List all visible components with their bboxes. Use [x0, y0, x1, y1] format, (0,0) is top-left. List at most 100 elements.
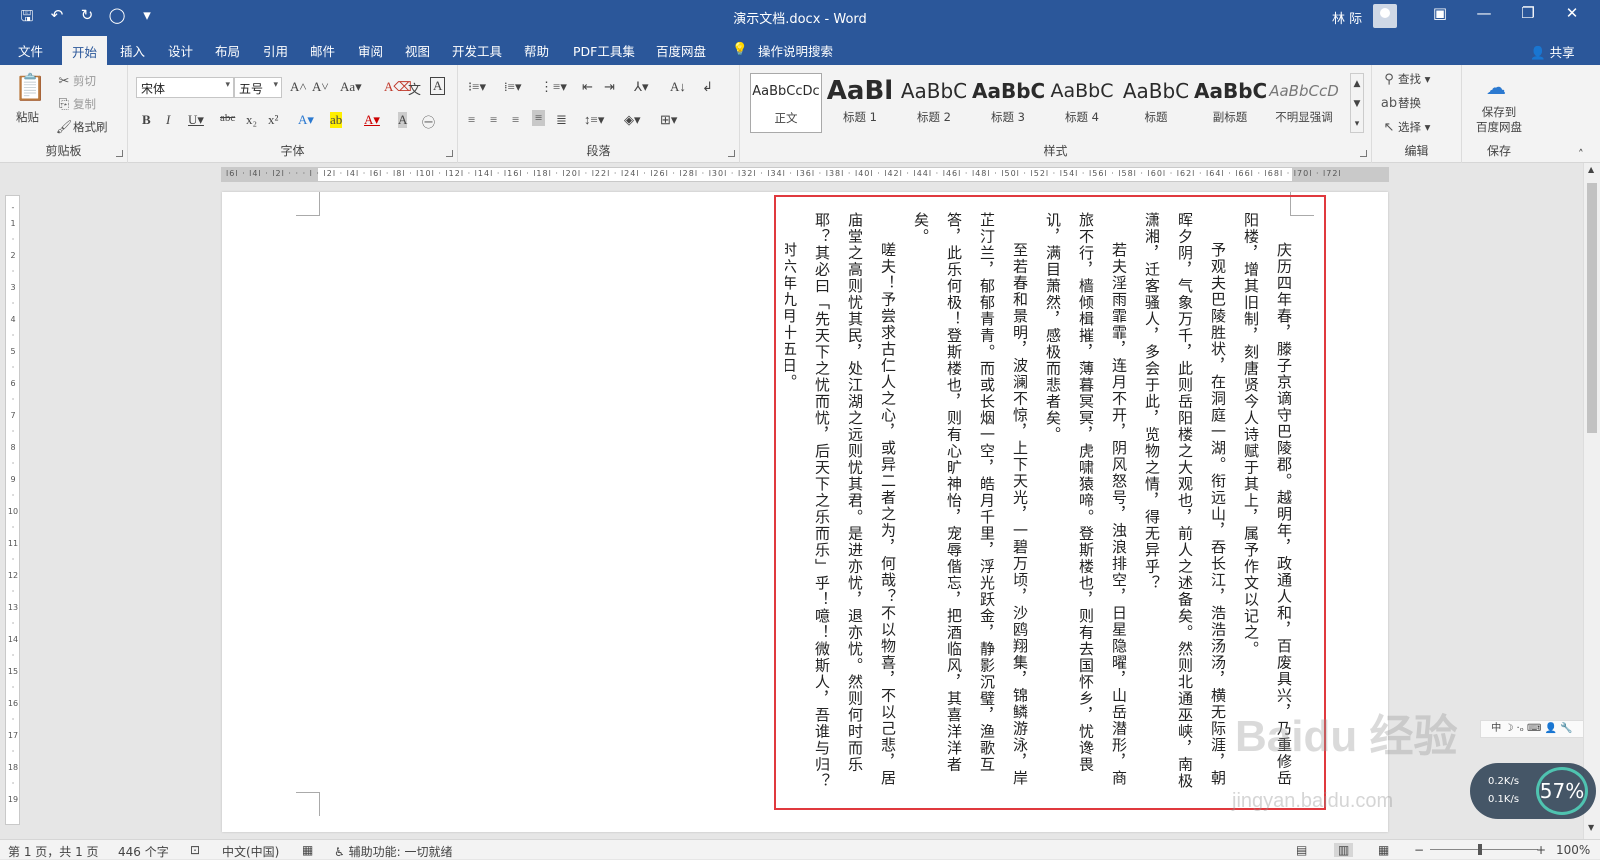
zoom-slider-knob[interactable]: [1478, 844, 1482, 855]
language[interactable]: 中文(中国): [222, 843, 279, 860]
copy-button[interactable]: ⎘ 复制: [55, 96, 96, 112]
tab-developer[interactable]: 开发工具: [452, 41, 502, 60]
clipboard-launcher-icon[interactable]: [116, 150, 123, 157]
strikethrough-icon[interactable]: abc: [220, 112, 235, 124]
replace-button[interactable]: ab替换: [1380, 95, 1421, 111]
subscript-icon[interactable]: x₂: [246, 112, 257, 128]
tab-mailings[interactable]: 邮件: [310, 41, 335, 60]
text-effects-icon[interactable]: A▾: [298, 112, 314, 128]
circle-icon[interactable]: ◯: [108, 6, 126, 31]
page-count[interactable]: 第 1 页，共 1 页: [8, 843, 99, 860]
paragraph[interactable]: 嗟夫！予尝求古仁人之心，或异二者之为，何哉？不以物喜，不以己悲，居庙堂之高则忧其…: [805, 212, 904, 802]
styles-launcher-icon[interactable]: [1360, 150, 1367, 157]
style-subtle-emphasis[interactable]: AaBbCcD 不明显强调: [1268, 73, 1340, 133]
font-color-icon[interactable]: A▾: [364, 112, 380, 128]
scroll-up-icon[interactable]: ▲: [1588, 165, 1594, 174]
zoom-out-icon[interactable]: −: [1414, 843, 1424, 857]
sort-icon[interactable]: A↓: [670, 79, 686, 95]
macro-icon[interactable]: ▦: [302, 843, 313, 857]
avatar[interactable]: [1373, 4, 1397, 28]
change-case-icon[interactable]: Aa▾: [340, 79, 362, 95]
asian-layout-icon[interactable]: ⅄▾: [634, 79, 648, 95]
distributed-icon[interactable]: ≣: [556, 112, 567, 128]
tab-layout[interactable]: 布局: [215, 41, 240, 60]
horizontal-ruler[interactable]: l6l · l4l · l2l · · · l · l2l · l4l · l6…: [221, 167, 1389, 182]
ribbon-display-icon[interactable]: ▣: [1418, 4, 1462, 22]
style-title[interactable]: AaBbC 标题: [1120, 73, 1192, 133]
enclose-char-icon[interactable]: ㊀: [422, 112, 435, 131]
proofing-icon[interactable]: ⊡: [190, 843, 200, 857]
decrease-indent-icon[interactable]: ⇤: [582, 79, 593, 95]
paste-button[interactable]: 粘贴: [16, 109, 39, 125]
paragraph-launcher-icon[interactable]: [728, 150, 735, 157]
shrink-font-icon[interactable]: A˅: [312, 79, 329, 95]
superscript-icon[interactable]: x²: [268, 112, 278, 128]
underline-icon[interactable]: U▾: [188, 112, 204, 128]
tab-home[interactable]: 开始: [62, 36, 108, 65]
minimize-icon[interactable]: —: [1462, 4, 1506, 22]
tab-file[interactable]: 文件: [18, 41, 43, 60]
collapse-ribbon-icon[interactable]: ˄: [1578, 147, 1584, 161]
vertical-text-body[interactable]: 庆历四年春，滕子京谪守巴陵郡。越明年，政通人和，百废具兴，乃重修岳阳楼，增其旧制…: [785, 212, 1300, 802]
align-left-icon[interactable]: ≡: [468, 112, 475, 128]
align-center-icon[interactable]: ≡: [490, 112, 497, 128]
cut-button[interactable]: ✂ 剪切: [55, 73, 96, 89]
tab-pdf-tools[interactable]: PDF工具集: [573, 41, 635, 60]
line-spacing-icon[interactable]: ↕≡▾: [584, 112, 604, 128]
vertical-ruler[interactable]: -1 · 2 · 3 · 4 · 5 · 6 · 7 · 8 · 9 · 10 · 11 · 12 · 13 · 14 · 15 · 16 ·…: [5, 195, 20, 825]
highlight-icon[interactable]: ab: [330, 112, 343, 128]
zoom-in-icon[interactable]: +: [1536, 843, 1546, 857]
read-mode-icon[interactable]: ▤: [1296, 843, 1307, 857]
scroll-thumb[interactable]: [1587, 183, 1597, 433]
tab-view[interactable]: 视图: [405, 41, 430, 60]
vertical-scrollbar[interactable]: ▲ ▼: [1583, 163, 1600, 839]
char-shading-icon[interactable]: A: [398, 112, 408, 128]
multilevel-list-icon[interactable]: ⋮≡▾: [540, 79, 567, 95]
scroll-down-icon[interactable]: ▼: [1588, 823, 1594, 832]
italic-icon[interactable]: I: [166, 112, 170, 128]
find-button[interactable]: ⚲ 查找 ▾: [1380, 71, 1430, 87]
tab-references[interactable]: 引用: [263, 41, 288, 60]
select-button[interactable]: ↖ 选择 ▾: [1380, 119, 1431, 135]
redo-icon[interactable]: ↻: [78, 6, 96, 31]
paragraph[interactable]: 若夫淫雨霏霏，连月不开，阴风怒号，浊浪排空，日星隐曜，山岳潜形，商旅不行，樯倾楫…: [1036, 212, 1135, 802]
tab-baidu-netdisk[interactable]: 百度网盘: [656, 41, 706, 60]
share-button[interactable]: 👤 共享: [1530, 42, 1575, 61]
paste-icon[interactable]: 📋: [14, 73, 46, 103]
web-layout-icon[interactable]: ▦: [1378, 843, 1389, 857]
paragraph[interactable]: 至若春和景明，波澜不惊，上下天光，一碧万顷，沙鸥翔集，锦鳞游泳，岸芷汀兰，郁郁青…: [904, 212, 1036, 802]
style-heading-3[interactable]: AaBbC 标题 3: [972, 73, 1044, 133]
style-subtitle[interactable]: AaBbC 副标题: [1194, 73, 1266, 133]
tab-insert[interactable]: 插入: [120, 41, 145, 60]
bullets-icon[interactable]: ⁝≡▾: [468, 79, 486, 95]
phonetic-guide-icon[interactable]: 文: [408, 79, 421, 98]
paragraph[interactable]: 予观夫巴陵胜状，在洞庭一湖。衔远山，吞长江，浩浩汤汤，横无际涯，朝晖夕阴，气象万…: [1135, 212, 1234, 802]
paragraph[interactable]: 时六年九月十五日。: [785, 212, 805, 802]
tab-review[interactable]: 审阅: [358, 41, 383, 60]
style-heading-4[interactable]: AaBbC 标题 4: [1046, 73, 1118, 133]
justify-icon[interactable]: ≡: [532, 110, 546, 126]
save-icon[interactable]: 🖫: [18, 6, 36, 31]
styles-scroll[interactable]: ▲ ▼ ▾: [1350, 73, 1364, 133]
undo-icon[interactable]: ↶: [48, 6, 66, 31]
style-heading-2[interactable]: AaBbC 标题 2: [898, 73, 970, 133]
tab-design[interactable]: 设计: [168, 41, 193, 60]
save-to-baidu-button[interactable]: 保存到 百度网盘: [1468, 105, 1530, 135]
align-right-icon[interactable]: ≡: [512, 112, 519, 128]
borders-icon[interactable]: ⊞▾: [660, 112, 677, 128]
ime-toolbar[interactable]: 中 ☽ ·ₒ ⌨ 👤 🔧: [1480, 720, 1584, 738]
shading-icon[interactable]: ◈▾: [624, 112, 641, 128]
user-name[interactable]: 林 际: [1332, 8, 1362, 27]
style-heading-1[interactable]: AaBl 标题 1: [824, 73, 896, 133]
grow-font-icon[interactable]: A˄: [290, 79, 307, 95]
customize-qat-icon[interactable]: ▾: [138, 6, 156, 31]
accessibility-status[interactable]: ♿ 辅助功能: 一切就绪: [334, 843, 452, 860]
print-layout-icon[interactable]: ▥: [1334, 843, 1354, 857]
format-painter-button[interactable]: 🖌格式刷: [55, 119, 108, 135]
tab-help[interactable]: 帮助: [524, 41, 549, 60]
close-icon[interactable]: ✕: [1550, 4, 1594, 22]
font-launcher-icon[interactable]: [446, 150, 453, 157]
style-normal[interactable]: AaBbCcDc 正文: [750, 73, 822, 133]
bold-icon[interactable]: B: [142, 112, 151, 128]
font-size-select[interactable]: 五号: [234, 77, 282, 98]
